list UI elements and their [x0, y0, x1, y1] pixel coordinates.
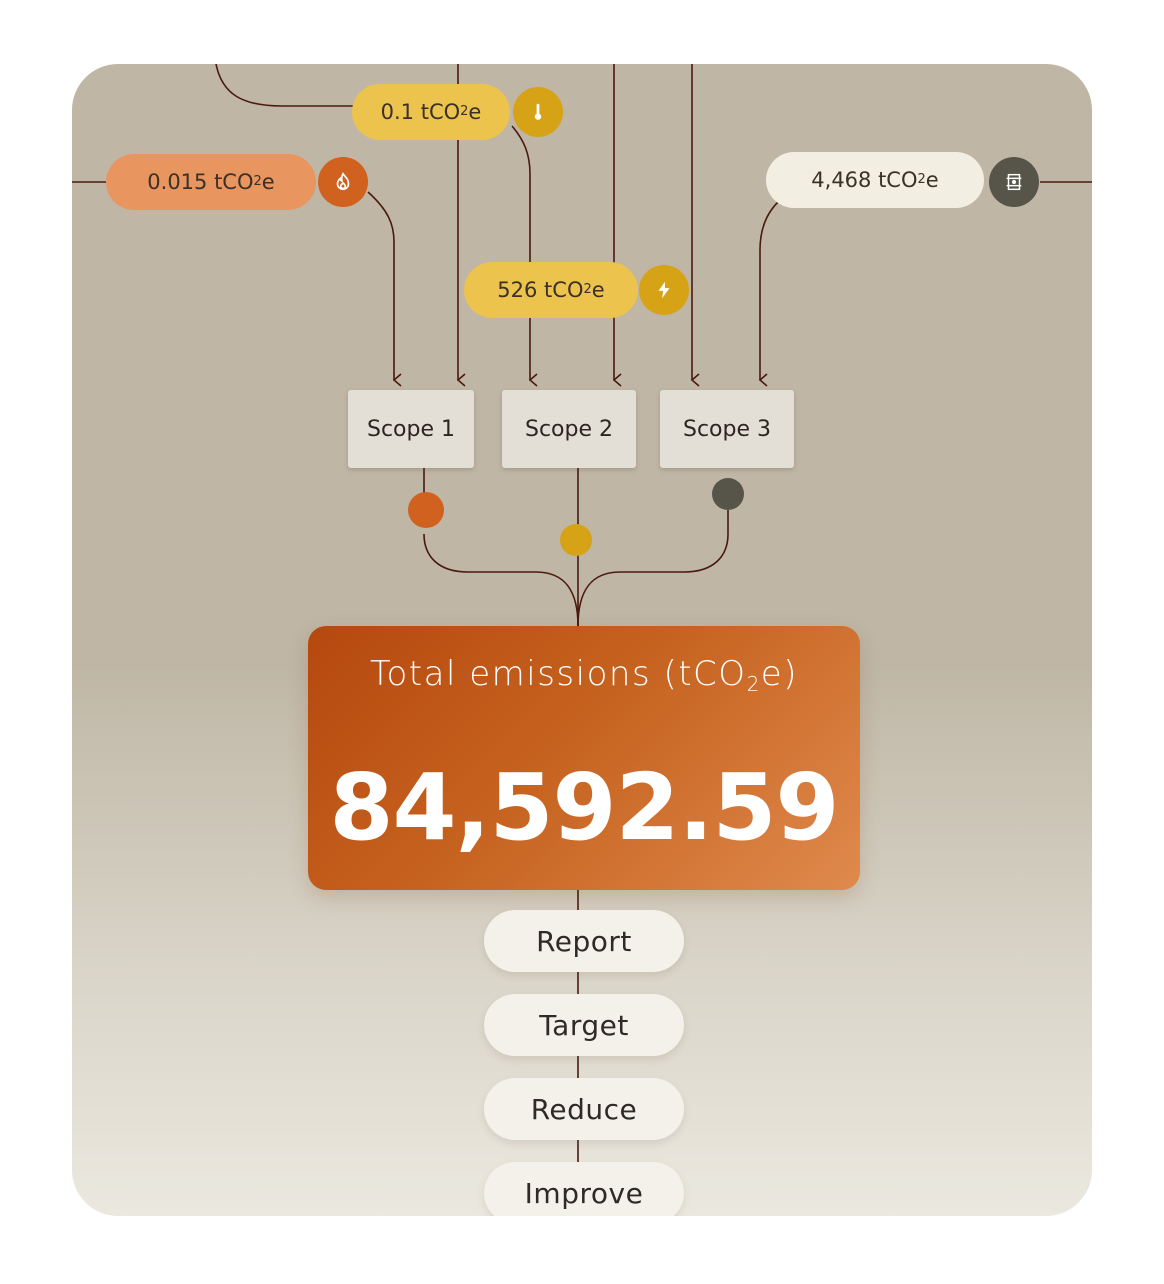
source-value-suffix: e	[591, 278, 605, 302]
scope-1-dot	[408, 492, 444, 528]
scope-3-box[interactable]: Scope 3	[660, 390, 794, 468]
source-value: 0.015 tCO	[147, 170, 254, 194]
thermometer-icon[interactable]	[513, 87, 563, 137]
target-button[interactable]: Target	[484, 994, 684, 1056]
flame-icon[interactable]	[318, 157, 368, 207]
source-value: 526 tCO	[497, 278, 584, 302]
improve-button[interactable]: Improve	[484, 1162, 684, 1216]
source-value-suffix: e	[261, 170, 275, 194]
source-pill-heat[interactable]: 0.1 tCO 2 e	[352, 84, 510, 140]
scope-label: Scope 1	[366, 416, 455, 442]
report-button[interactable]: Report	[484, 910, 684, 972]
total-label-subscript: 2	[746, 672, 761, 696]
reduce-button[interactable]: Reduce	[484, 1078, 684, 1140]
source-value: 0.1 tCO	[380, 100, 461, 124]
source-value-suffix: e	[468, 100, 482, 124]
lightning-icon[interactable]	[639, 265, 689, 315]
scope-2-box[interactable]: Scope 2	[502, 390, 636, 468]
scope-2-dot	[560, 524, 592, 556]
total-emissions-value: 84,592.59	[329, 754, 840, 861]
total-label-suffix: e)	[760, 654, 798, 694]
source-value: 4,468 tCO	[811, 168, 918, 192]
source-pill-fuel[interactable]: 0.015 tCO 2 e	[106, 154, 316, 210]
scope-label: Scope 3	[682, 416, 771, 442]
total-label-text: Total emissions (tCO	[370, 654, 747, 694]
emissions-flow-card: 0.015 tCO 2 e 0.1 tCO 2 e 526 tCO 2 e 4,468 tC…	[72, 64, 1092, 1216]
total-emissions-label: Total emissions (tCO2e)	[308, 654, 860, 694]
source-pill-building[interactable]: 4,468 tCO 2 e	[766, 152, 984, 208]
source-pill-electricity[interactable]: 526 tCO 2 e	[464, 262, 638, 318]
building-icon[interactable]	[989, 157, 1039, 207]
scope-label: Scope 2	[524, 416, 613, 442]
scope-1-box[interactable]: Scope 1	[348, 390, 474, 468]
source-value-suffix: e	[925, 168, 939, 192]
total-emissions-panel: Total emissions (tCO2e) 84,592.59	[308, 626, 860, 890]
scope-3-dot	[712, 478, 744, 510]
